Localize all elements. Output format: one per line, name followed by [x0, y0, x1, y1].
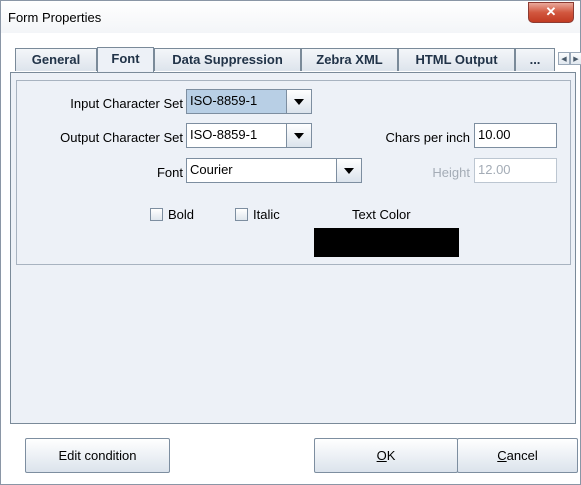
- chevron-right-icon: ▶: [573, 56, 579, 63]
- bold-label: Bold: [168, 207, 195, 222]
- ok-label-rest: K: [386, 448, 396, 463]
- tab-more[interactable]: ...: [515, 48, 555, 71]
- italic-checkbox[interactable]: [235, 208, 248, 221]
- chars-per-inch-input[interactable]: 10.00: [474, 123, 557, 148]
- tab-font[interactable]: Font: [97, 47, 154, 72]
- tab-scroll-right-button[interactable]: ▶: [570, 52, 581, 65]
- chevron-down-icon[interactable]: [286, 124, 311, 147]
- output-charset-label: Output Character Set: [60, 130, 183, 145]
- tab-bar: General Font Data Suppression Zebra XML …: [9, 47, 581, 72]
- form-properties-dialog: Form Properties ✕ General Font Data Supp…: [0, 0, 581, 485]
- tab-zebra-xml[interactable]: Zebra XML: [301, 48, 398, 71]
- window-title: Form Properties: [8, 10, 102, 25]
- chevron-down-icon[interactable]: [336, 159, 361, 182]
- italic-label: Italic: [253, 207, 280, 222]
- tab-general[interactable]: General: [15, 48, 97, 71]
- chevron-left-icon: ◀: [561, 56, 567, 63]
- text-color-label: Text Color: [352, 207, 411, 222]
- tab-data-suppression[interactable]: Data Suppression: [154, 48, 301, 71]
- title-bar: Form Properties ✕: [1, 1, 580, 33]
- close-icon: ✕: [545, 4, 557, 19]
- tab-html-output[interactable]: HTML Output: [398, 48, 515, 71]
- ok-button[interactable]: OK: [314, 438, 458, 473]
- ok-mnemonic: O: [376, 448, 387, 463]
- text-color-swatch[interactable]: [314, 228, 459, 257]
- edit-condition-button[interactable]: Edit condition: [25, 438, 170, 473]
- height-label: Height: [432, 165, 470, 180]
- chevron-down-icon[interactable]: [286, 90, 311, 113]
- cancel-button[interactable]: Cancel: [457, 438, 578, 473]
- close-button[interactable]: ✕: [528, 2, 574, 23]
- tab-scroll-left-button[interactable]: ◀: [558, 52, 570, 65]
- output-charset-value: ISO-8859-1: [190, 127, 258, 142]
- input-charset-select[interactable]: ISO-8859-1: [186, 89, 312, 114]
- height-input: 12.00: [474, 158, 557, 183]
- font-value: Courier: [190, 162, 233, 177]
- font-select[interactable]: Courier: [186, 158, 362, 183]
- output-charset-select[interactable]: ISO-8859-1: [186, 123, 312, 148]
- input-charset-value: ISO-8859-1: [187, 90, 287, 113]
- input-charset-label: Input Character Set: [70, 96, 183, 111]
- cancel-mnemonic: C: [497, 448, 507, 463]
- chars-per-inch-label: Chars per inch: [385, 130, 470, 145]
- bold-checkbox[interactable]: [150, 208, 163, 221]
- font-label: Font: [156, 165, 183, 180]
- cancel-label-rest: ancel: [506, 448, 538, 463]
